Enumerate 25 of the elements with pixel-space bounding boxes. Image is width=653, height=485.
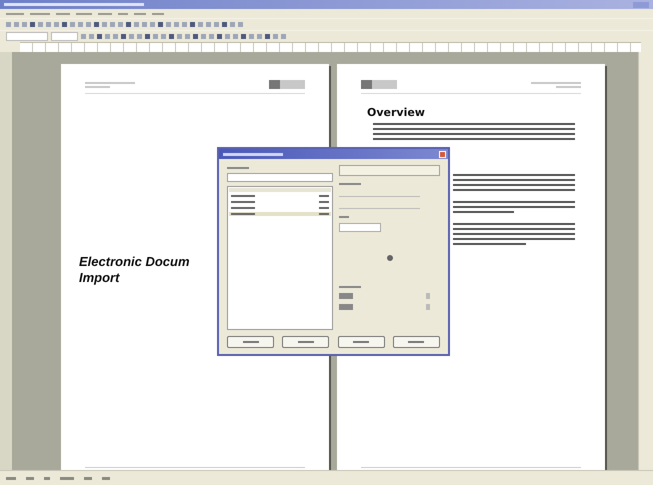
text-lines-drawing (531, 82, 581, 88)
illegible-title-drawing (223, 152, 283, 156)
option-row[interactable] (339, 293, 430, 299)
option-row[interactable] (339, 304, 430, 310)
input-field[interactable] (339, 165, 440, 176)
dot-icon (386, 255, 392, 261)
section-heading: Overview (367, 106, 426, 119)
dialog-button[interactable] (227, 336, 274, 348)
standard-toolbar[interactable] (0, 18, 653, 30)
document-title: Import (79, 270, 121, 286)
list-row[interactable] (229, 206, 331, 210)
list-row[interactable] (229, 194, 331, 198)
logo-icon (269, 80, 305, 89)
dialog-button[interactable] (338, 336, 385, 348)
spin-field[interactable] (339, 223, 381, 232)
dialog-button[interactable] (392, 336, 440, 348)
close-icon[interactable] (439, 150, 446, 158)
dialog-button[interactable] (282, 336, 330, 348)
document-title: Electronic Docum (79, 254, 191, 270)
file-list[interactable] (227, 186, 333, 330)
input-field[interactable] (227, 173, 333, 182)
logo-icon (361, 80, 397, 89)
list-row[interactable] (229, 212, 331, 216)
text-lines-drawing (85, 82, 135, 88)
list-row[interactable] (229, 200, 331, 204)
